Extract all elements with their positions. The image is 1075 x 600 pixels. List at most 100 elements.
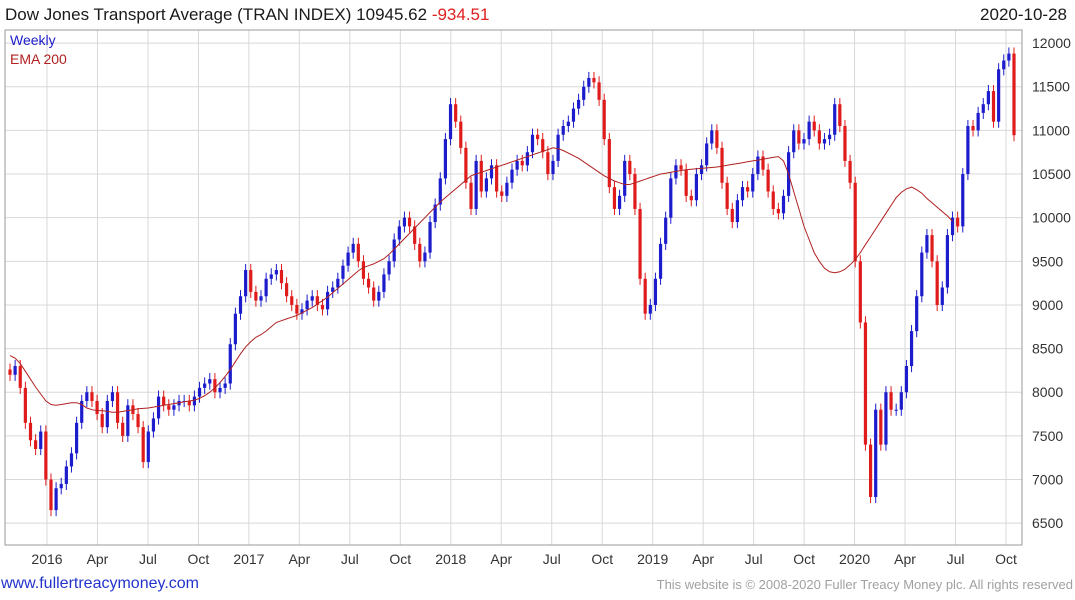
- candle-body: [530, 134, 535, 153]
- candle-body: [54, 488, 58, 511]
- candle-body: [520, 160, 524, 166]
- candle-body: [402, 217, 407, 227]
- candle-body: [781, 195, 786, 214]
- price-chart: 6500 7000 7500 8000 8500 9000 9500 10000 10500 11…: [4, 29, 1071, 567]
- candle-body: [541, 139, 545, 153]
- candle-body: [320, 304, 325, 310]
- candle-body: [694, 174, 699, 201]
- candle-body: [571, 108, 576, 122]
- candle-body: [515, 160, 519, 170]
- candle-body: [699, 165, 704, 175]
- y-tick-label: 11500: [1032, 79, 1070, 95]
- y-tick-label: 8500: [1032, 341, 1063, 357]
- candle-body: [213, 379, 217, 393]
- candle-body: [956, 217, 960, 227]
- candle-body: [479, 160, 483, 192]
- x-tick-label: Oct: [188, 551, 210, 567]
- candle-body: [356, 243, 360, 262]
- candle-body: [238, 296, 243, 314]
- candle-body: [469, 182, 473, 209]
- candle-body: [372, 287, 376, 301]
- candle-body: [64, 466, 68, 484]
- candle-body: [310, 296, 314, 301]
- candle-body: [290, 296, 294, 305]
- x-tick-label: Jul: [139, 551, 157, 567]
- candle-body: [746, 187, 750, 192]
- candle-body: [208, 379, 212, 384]
- candle-body: [259, 296, 263, 301]
- x-tick-label: Jul: [543, 551, 561, 567]
- candle-body: [587, 78, 591, 87]
- candle-body: [23, 387, 27, 423]
- candle-body: [991, 91, 996, 122]
- candle-body: [551, 160, 555, 175]
- candle-body: [366, 278, 371, 288]
- candle-body: [853, 182, 857, 262]
- x-tick-label: Apr: [288, 551, 310, 567]
- candle-body: [838, 104, 842, 127]
- candle-body: [868, 444, 873, 497]
- candle-body: [812, 121, 816, 131]
- candle-body: [218, 387, 222, 393]
- candle-body: [387, 261, 391, 275]
- candle-body: [858, 261, 862, 323]
- candle-body: [638, 208, 642, 279]
- x-tick-label: Apr: [894, 551, 916, 567]
- candle-body: [710, 130, 714, 144]
- candle-body: [863, 322, 868, 445]
- candle-body: [141, 427, 145, 463]
- candle-body: [443, 139, 448, 179]
- candle-body: [961, 174, 965, 227]
- candle-body: [822, 139, 827, 144]
- candle-body: [377, 291, 381, 301]
- candle-body: [269, 274, 273, 279]
- candle-body: [121, 422, 125, 436]
- candle-body: [454, 104, 458, 122]
- candle-body: [997, 69, 1001, 122]
- candle-body: [74, 422, 79, 454]
- candle-body: [981, 104, 985, 113]
- candle-body: [407, 217, 412, 227]
- candle-body: [740, 187, 745, 201]
- candle-body: [751, 174, 755, 192]
- candle-body: [203, 383, 207, 388]
- candle-body: [192, 396, 197, 406]
- candle-body: [28, 422, 33, 441]
- candle-body: [561, 126, 565, 135]
- candle-body: [44, 431, 48, 480]
- candle-body: [423, 252, 427, 262]
- candle-body: [264, 278, 268, 297]
- site-link[interactable]: www.fullertreacymoney.com: [1, 575, 199, 593]
- candle-body: [156, 396, 161, 419]
- candle-body: [797, 130, 801, 144]
- candle-body: [986, 91, 990, 105]
- candle-body: [39, 431, 43, 449]
- candle-body: [930, 235, 934, 262]
- candle-body: [633, 174, 637, 209]
- candle-body: [351, 243, 355, 253]
- candle-body: [920, 252, 924, 297]
- candle-body: [1002, 60, 1006, 70]
- y-tick-label: 9000: [1032, 297, 1063, 313]
- candle-body: [653, 278, 658, 305]
- legend-label: Weekly: [10, 32, 56, 48]
- candle-body: [617, 195, 622, 209]
- candle-body: [874, 409, 878, 497]
- candle-body: [966, 126, 970, 175]
- candle-body: [976, 112, 980, 131]
- candle-body: [274, 270, 278, 275]
- candle-body: [495, 165, 499, 192]
- candle-body: [105, 400, 109, 428]
- candle-body: [643, 278, 647, 314]
- candle-body: [69, 453, 74, 467]
- candle-body: [536, 134, 540, 140]
- candle-body: [510, 169, 514, 183]
- candle-body: [285, 283, 289, 297]
- candle-body: [658, 243, 663, 279]
- candle-body: [940, 287, 944, 305]
- candle-body: [705, 143, 709, 166]
- candle-body: [90, 392, 94, 401]
- x-tick-label: 2020: [839, 551, 870, 567]
- candle-body: [669, 178, 673, 218]
- x-tick-label: Oct: [591, 551, 613, 567]
